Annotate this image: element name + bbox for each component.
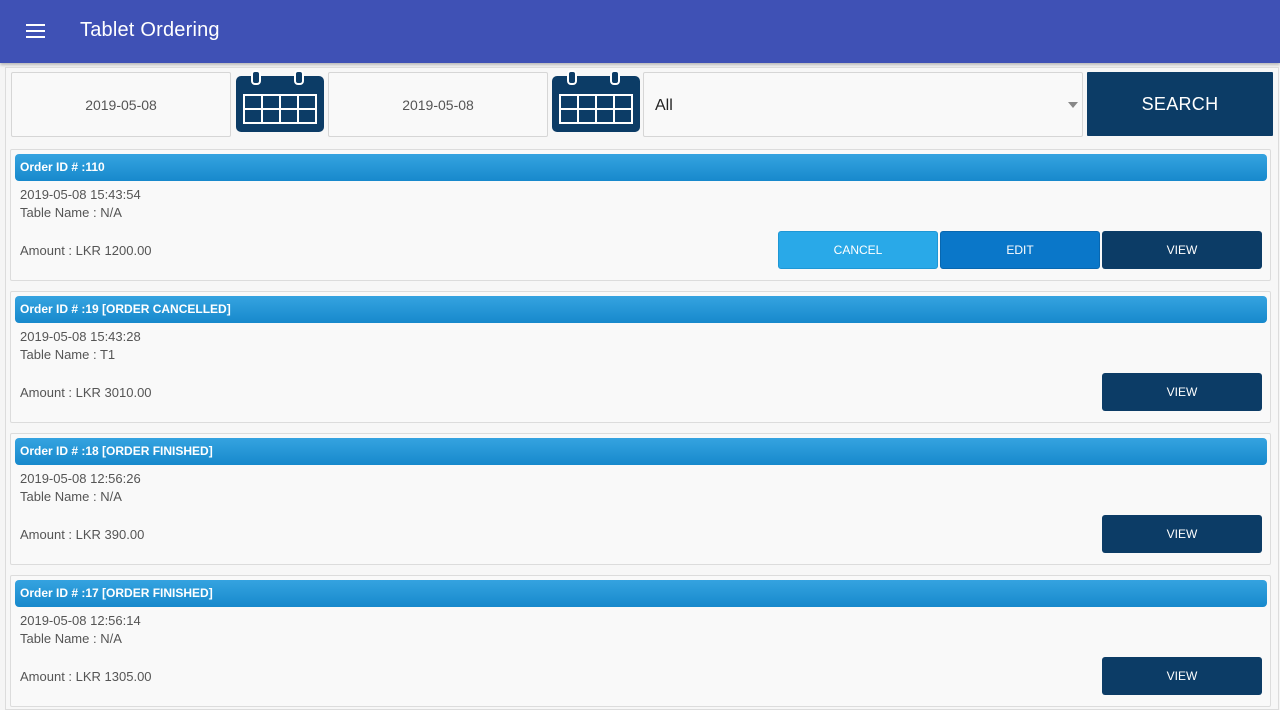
- order-amount: Amount : LKR 1305.00: [20, 669, 152, 684]
- order-table-name: Table Name : N/A: [20, 489, 122, 504]
- edit-button[interactable]: EDIT: [940, 231, 1100, 269]
- order-datetime: 2019-05-08 12:56:14: [20, 613, 141, 628]
- order-header: Order ID # :18 [ORDER FINISHED]: [15, 438, 1267, 465]
- order-amount: Amount : LKR 3010.00: [20, 385, 152, 400]
- to-date-field[interactable]: 2019-05-08: [328, 72, 548, 137]
- order-table-name: Table Name : N/A: [20, 205, 122, 220]
- from-calendar-icon[interactable]: [235, 70, 325, 133]
- orders-panel: 2019-05-08 2019-05-08 All SEARCH Order I…: [5, 67, 1279, 710]
- dropdown-arrow-icon: [1068, 102, 1078, 108]
- order-header: Order ID # :19 [ORDER CANCELLED]: [15, 296, 1267, 323]
- order-header: Order ID # :110: [15, 154, 1267, 181]
- order-table-name: Table Name : N/A: [20, 631, 122, 646]
- status-select[interactable]: All: [643, 72, 1083, 137]
- order-card: Order ID # :17 [ORDER FINISHED] 2019-05-…: [10, 575, 1271, 707]
- order-datetime: 2019-05-08 15:43:28: [20, 329, 141, 344]
- hamburger-menu-icon[interactable]: [18, 18, 54, 46]
- to-calendar-icon[interactable]: [551, 70, 641, 133]
- view-button[interactable]: VIEW: [1102, 657, 1262, 695]
- view-button[interactable]: VIEW: [1102, 515, 1262, 553]
- cancel-button[interactable]: CANCEL: [778, 231, 938, 269]
- order-datetime: 2019-05-08 15:43:54: [20, 187, 141, 202]
- view-button[interactable]: VIEW: [1102, 373, 1262, 411]
- order-card: Order ID # :110 2019-05-08 15:43:54 Tabl…: [10, 149, 1271, 281]
- app-title: Tablet Ordering: [80, 19, 220, 41]
- app-bar: Tablet Ordering: [0, 0, 1280, 63]
- order-card: Order ID # :19 [ORDER CANCELLED] 2019-05…: [10, 291, 1271, 423]
- view-button[interactable]: VIEW: [1102, 231, 1262, 269]
- order-amount: Amount : LKR 1200.00: [20, 243, 152, 258]
- order-header: Order ID # :17 [ORDER FINISHED]: [15, 580, 1267, 607]
- order-datetime: 2019-05-08 12:56:26: [20, 471, 141, 486]
- order-card: Order ID # :18 [ORDER FINISHED] 2019-05-…: [10, 433, 1271, 565]
- search-button[interactable]: SEARCH: [1087, 72, 1273, 136]
- status-select-value: All: [655, 97, 673, 114]
- from-date-field[interactable]: 2019-05-08: [11, 72, 231, 137]
- order-amount: Amount : LKR 390.00: [20, 527, 145, 542]
- order-table-name: Table Name : T1: [20, 347, 116, 362]
